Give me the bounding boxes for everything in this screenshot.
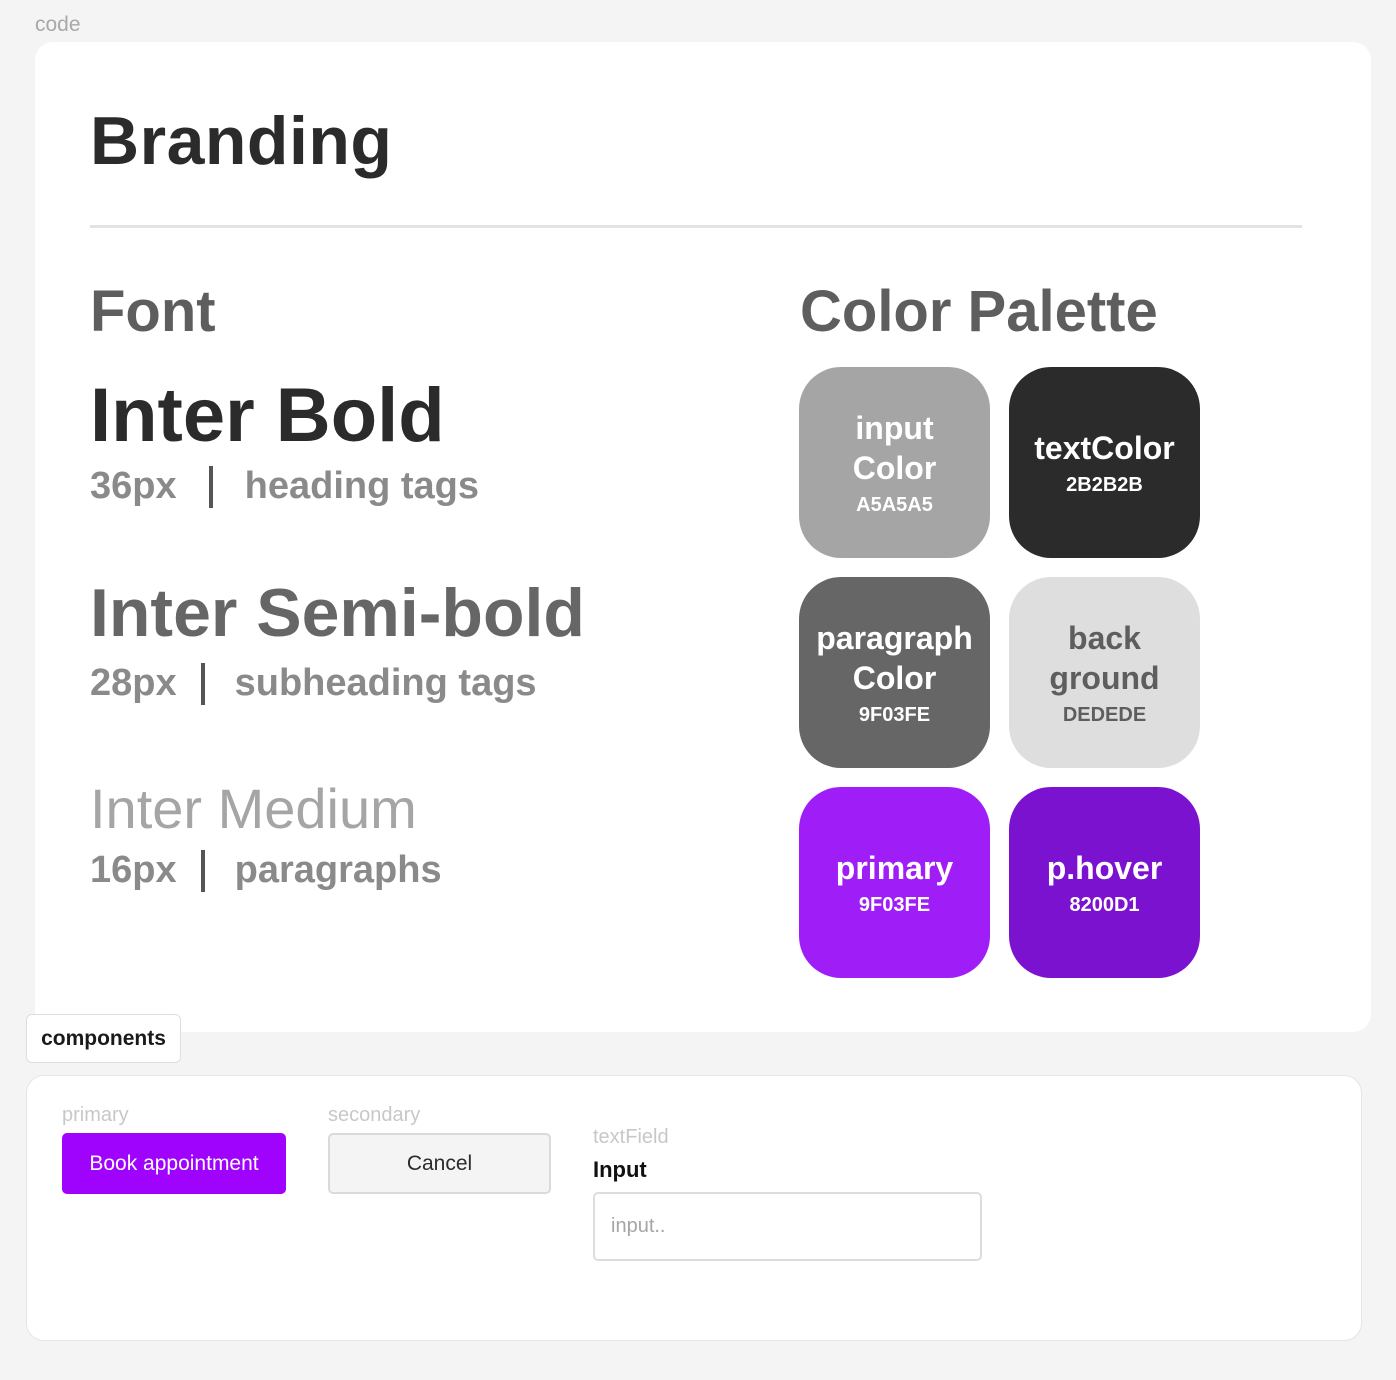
swatch-name: primary [835,850,954,886]
swatch-hex: 9F03FE [858,704,931,726]
swatch-hex: DEDEDE [1062,704,1147,726]
swatch-name: Color [852,450,937,486]
font-sample-meta: 36px heading tags [90,465,479,508]
cancel-button[interactable]: Cancel [328,1133,551,1194]
swatch-text-color: textColor 2B2B2B [1009,367,1200,558]
input-field-label: Input [593,1157,647,1182]
font-sample-name: Inter Medium [90,777,417,840]
swatch-primary: primary 9F03FE [799,787,990,978]
swatch-primary-hover: p.hover 8200D1 [1009,787,1200,978]
swatch-hex: A5A5A5 [856,494,933,516]
swatch-name: ground [1049,660,1160,696]
font-size-label: 36px [90,465,177,507]
font-sample-name: Inter Bold [90,373,445,458]
swatch-paragraph-color: paragraph Color 9F03FE [799,577,990,768]
font-sample-meta: 28px subheading tags [90,662,585,705]
font-size-label: 28px [90,662,177,704]
swatch-name: paragraph [816,620,973,656]
font-sample-name: Inter Semi-bold [90,575,585,651]
swatch-hex: 8200D1 [1069,894,1140,916]
components-card: primary Book appointment secondary Cance… [26,1075,1362,1341]
font-sample-bold: Inter Bold 36px heading tags [90,372,479,508]
font-usage-label: subheading tags [234,662,537,704]
palette-section-heading: Color Palette [800,279,1158,344]
swatch-name: p.hover [1046,850,1163,886]
branding-card: Branding Font Inter Bold 36px heading ta… [35,42,1371,1032]
divider [90,225,1302,228]
frame-label: code [35,13,81,36]
font-sample-semibold: Inter Semi-bold 28px subheading tags [90,574,585,705]
swatch-input-color: input Color A5A5A5 [799,367,990,558]
components-tab[interactable]: components [26,1014,181,1063]
color-palette-grid: input Color A5A5A5 textColor 2B2B2B para… [799,367,1200,978]
swatch-name: Color [852,660,937,696]
swatch-name: textColor [1034,430,1175,466]
font-sample-meta: 16px paragraphs [90,849,442,892]
font-usage-label: paragraphs [234,849,442,891]
swatch-hex: 2B2B2B [1066,474,1143,496]
secondary-caption: secondary [328,1104,421,1126]
page-title: Branding [90,103,393,179]
font-size-label: 16px [90,849,177,891]
primary-caption: primary [62,1104,129,1126]
swatch-hex: 9F03FE [858,894,931,916]
separator [200,662,205,705]
swatch-name: input [855,410,934,446]
text-input[interactable] [593,1192,982,1261]
swatch-background: back ground DEDEDE [1009,577,1200,768]
font-usage-label: heading tags [244,465,479,507]
separator [200,849,205,892]
font-sample-medium: Inter Medium 16px paragraphs [90,776,442,892]
font-section-heading: Font [90,279,216,344]
book-appointment-button[interactable]: Book appointment [62,1133,286,1194]
swatch-name: back [1068,620,1141,656]
textfield-caption: textField [593,1126,669,1148]
separator [208,465,213,508]
